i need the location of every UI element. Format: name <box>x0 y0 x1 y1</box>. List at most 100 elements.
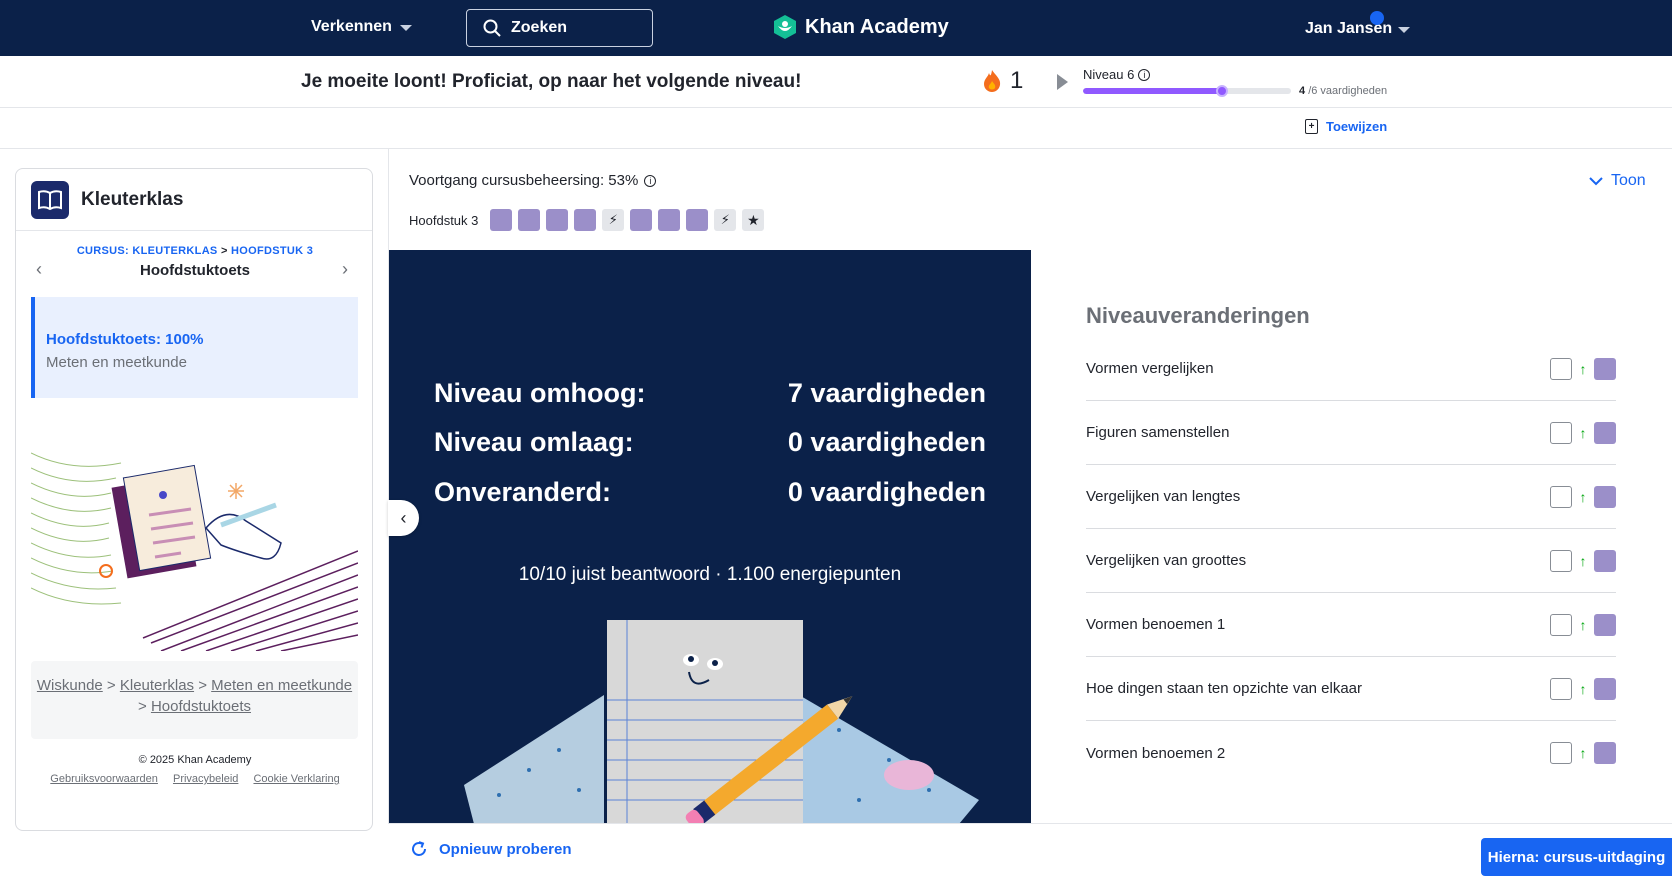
retry-button[interactable]: Opnieuw proberen <box>409 839 572 859</box>
terms-link[interactable]: Gebruiksvoorwaarden <box>50 773 158 785</box>
mastery-square[interactable] <box>630 209 653 231</box>
result-row-down: Niveau omlaag: 0 vaardigheden <box>434 427 986 458</box>
notification-dot[interactable] <box>1370 11 1384 25</box>
chevron-down-icon <box>399 25 412 31</box>
info-icon[interactable]: i <box>1138 68 1151 81</box>
show-label: Toon <box>1611 172 1646 189</box>
new-level-icon <box>1594 549 1616 572</box>
path-link-unit[interactable]: Meten en meetkunde <box>211 677 352 694</box>
path-separator: > <box>198 677 207 694</box>
show-toggle[interactable]: Toon <box>1589 172 1646 190</box>
khan-academy-logo[interactable]: Khan Academy <box>773 14 949 40</box>
skill-change-row[interactable]: Vormen benoemen 1 ↑ <box>1086 593 1616 657</box>
mastery-square[interactable] <box>490 209 513 231</box>
breadcrumb-chapter-link[interactable]: HOOFDSTUK 3 <box>231 245 313 257</box>
info-icon[interactable]: i <box>644 174 657 187</box>
next-challenge-button[interactable]: Hierna: cursus-uitdaging <box>1481 838 1672 876</box>
result-value: 7 vaardigheden <box>787 378 986 408</box>
mastery-square[interactable] <box>546 209 569 231</box>
chevron-right-icon[interactable]: › <box>342 259 348 280</box>
arrow-up-icon: ↑ <box>1579 745 1587 761</box>
privacy-link[interactable]: Privacybeleid <box>173 773 238 785</box>
course-header[interactable]: Kleuterklas <box>16 169 372 231</box>
result-row-unchanged: Onveranderd: 0 vaardigheden <box>434 477 986 508</box>
skills-total: /6 vaardigheden <box>1308 85 1388 97</box>
previous-level-icon <box>1550 421 1572 444</box>
course-title: Kleuterklas <box>81 188 184 210</box>
path-separator: > <box>138 698 147 715</box>
explore-menu[interactable]: Verkennen <box>311 18 412 36</box>
mastery-square[interactable] <box>518 209 541 231</box>
skill-name: Vormen benoemen 1 <box>1086 616 1226 633</box>
new-level-icon <box>1594 485 1616 508</box>
mastery-square[interactable] <box>574 209 597 231</box>
result-label: Niveau omlaag: <box>434 427 634 457</box>
paper-character-illustration <box>464 620 979 824</box>
new-level-icon <box>1594 742 1616 764</box>
chevron-down-icon <box>1589 177 1603 186</box>
logo-text: Khan Academy <box>805 15 949 38</box>
skill-change-row[interactable]: Vergelijken van groottes ↑ <box>1086 529 1616 593</box>
arrow-up-icon: ↑ <box>1579 488 1587 505</box>
book-icon <box>31 180 69 219</box>
mastery-square[interactable] <box>686 209 709 231</box>
previous-level-icon <box>1550 357 1572 380</box>
course-sidebar: Kleuterklas ‹ CURSUS: KLEUTERKLAS > HOOF… <box>15 168 373 831</box>
level-changes: Niveauveranderingen Vormen vergelijken ↑… <box>1086 303 1616 785</box>
arrow-up-icon: ↑ <box>1579 680 1587 697</box>
arrow-up-icon: ↑ <box>1579 360 1587 377</box>
breadcrumb-separator: > <box>220 245 228 257</box>
skill-change-row[interactable]: Vergelijken van lengtes ↑ <box>1086 465 1616 529</box>
result-label: Onveranderd: <box>434 477 612 507</box>
path-separator: > <box>106 677 116 694</box>
assign-button[interactable]: + Toewijzen <box>1305 119 1387 134</box>
new-level-icon <box>1594 357 1616 380</box>
new-level-icon <box>1594 677 1616 700</box>
quiz-bolt-icon[interactable]: ⚡ <box>714 209 737 231</box>
user-menu[interactable]: Jan Jansen <box>1305 20 1411 38</box>
skill-name: Vormen benoemen 2 <box>1086 744 1226 762</box>
mastery-progress-title: Voortgang cursusbeheersing: 53% i <box>409 172 657 189</box>
active-unit-title: Hoofdstuktoets: 100% <box>46 331 204 348</box>
flame-icon <box>984 70 1001 92</box>
skill-name: Vergelijken van groottes <box>1086 552 1247 569</box>
previous-level-icon <box>1550 485 1572 508</box>
skill-change-row[interactable]: Vormen benoemen 2 ↑ <box>1086 721 1616 785</box>
path-link-course[interactable]: Kleuterklas <box>120 677 194 694</box>
new-level-icon <box>1594 421 1616 444</box>
level-progress-bar <box>1083 88 1291 94</box>
level-text: Niveau 6 <box>1083 67 1135 82</box>
result-label: Niveau omhoog: <box>434 378 646 408</box>
assign-label: Toewijzen <box>1326 119 1388 134</box>
unit-test-star-icon[interactable]: ★ <box>742 209 765 231</box>
path-link-test[interactable]: Hoofdstuktoets <box>151 698 251 715</box>
play-icon[interactable] <box>1057 74 1068 90</box>
breadcrumb-course-link[interactable]: CURSUS: KLEUTERKLAS <box>77 245 218 257</box>
breadcrumb-current: Hoofdstuktoets <box>140 262 250 279</box>
path-link-math[interactable]: Wiskunde <box>37 677 103 694</box>
refresh-icon <box>412 841 426 856</box>
skill-name: Figuren samenstellen <box>1086 424 1230 441</box>
mastery-progress-text: Voortgang cursusbeheersing: 53% <box>409 172 639 189</box>
skill-change-row[interactable]: Figuren samenstellen ↑ <box>1086 401 1616 465</box>
skills-done: 4 <box>1299 85 1306 97</box>
search-input[interactable]: Zoeken <box>466 9 653 47</box>
sidebar-footer: © 2025 Khan Academy Gebruiksvoorwaarden … <box>16 754 374 786</box>
streak-count: 1 <box>1010 67 1024 94</box>
previous-level-icon <box>1550 742 1572 764</box>
breadcrumb: ‹ CURSUS: KLEUTERKLAS > HOOFDSTUK 3 Hoof… <box>16 245 374 285</box>
arrow-up-icon: ↑ <box>1579 424 1587 441</box>
skill-name: Hoe dingen staan ten opzichte van elkaar <box>1086 680 1363 697</box>
breadcrumb-path: CURSUS: KLEUTERKLAS > HOOFDSTUK 3 <box>16 245 374 257</box>
skill-change-row[interactable]: Hoe dingen staan ten opzichte van elkaar… <box>1086 657 1616 721</box>
status-bar: Je moeite loont! Proficiat, op naar het … <box>0 56 1672 108</box>
quiz-bolt-icon[interactable]: ⚡ <box>602 209 625 231</box>
streak-counter[interactable]: 1 <box>982 67 1023 95</box>
active-unit-item[interactable]: Hoofdstuktoets: 100% Meten en meetkunde <box>31 297 358 398</box>
arrow-up-icon: ↑ <box>1579 552 1587 569</box>
skill-change-row[interactable]: Vormen vergelijken ↑ <box>1086 337 1616 401</box>
cookie-link[interactable]: Cookie Verklaring <box>253 773 339 785</box>
mastery-square[interactable] <box>658 209 681 231</box>
search-label: Zoeken <box>511 19 568 36</box>
khan-logo-icon <box>774 15 796 39</box>
